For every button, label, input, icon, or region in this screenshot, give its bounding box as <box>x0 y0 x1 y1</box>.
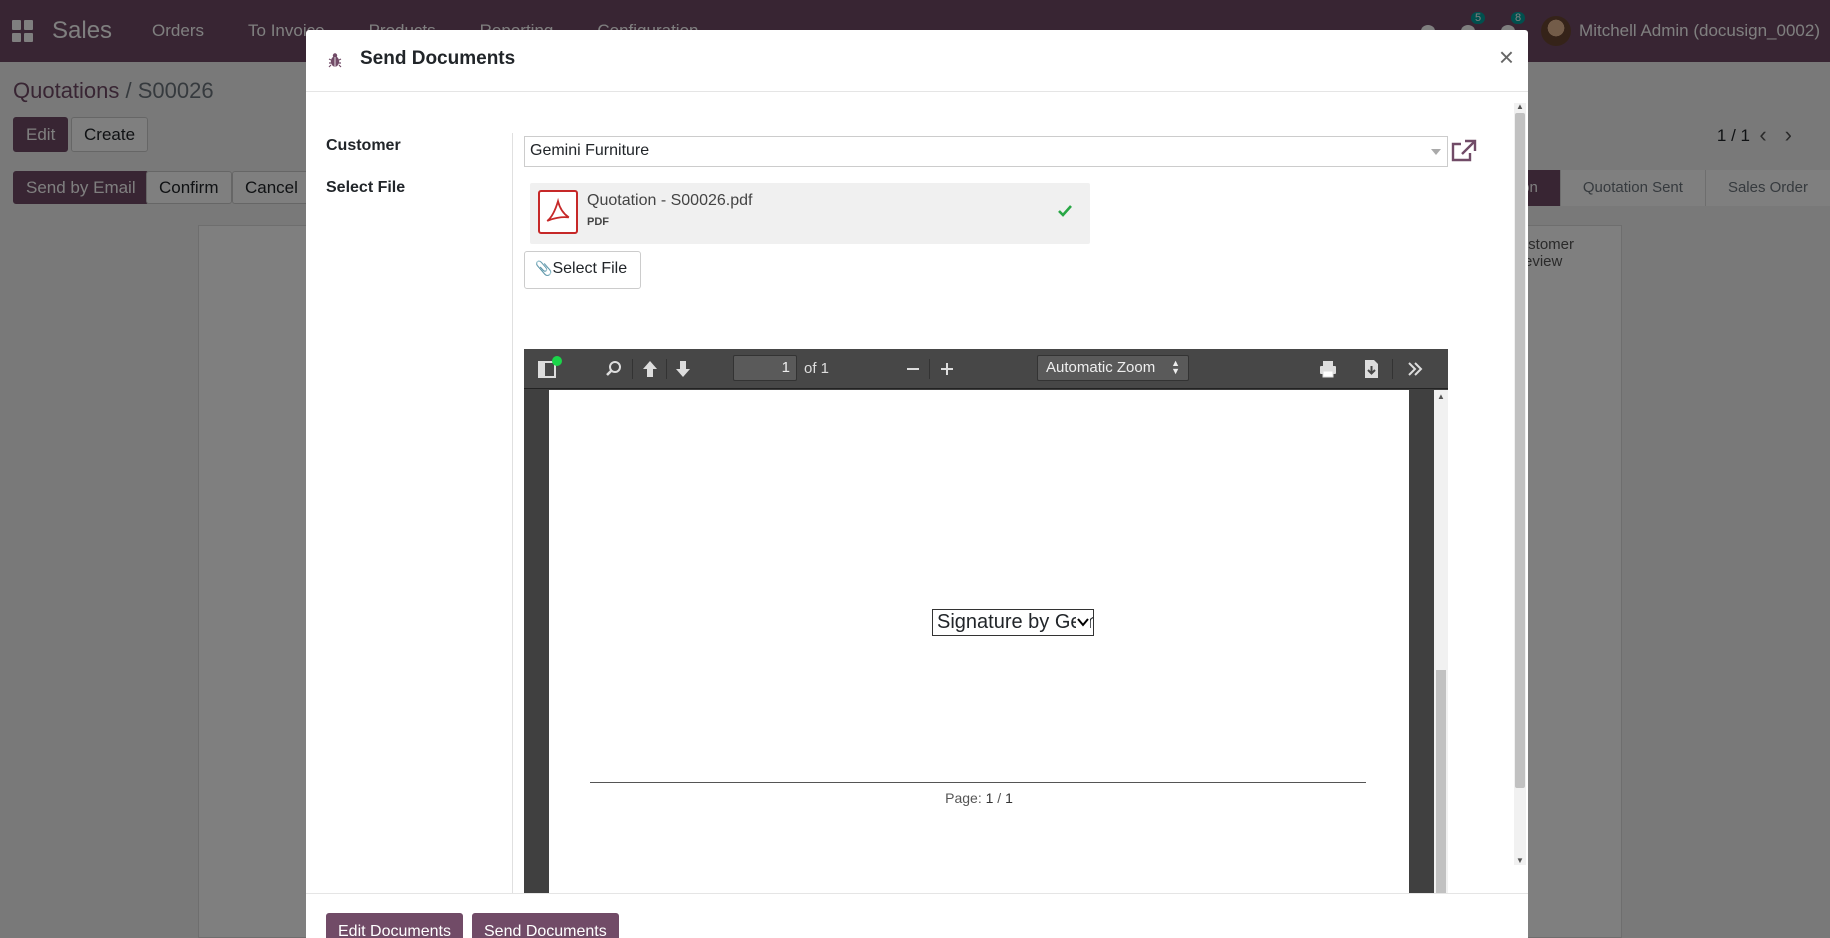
search-icon[interactable] <box>603 358 625 380</box>
close-icon[interactable]: × <box>1499 44 1514 70</box>
page-count: of 1 <box>804 360 830 377</box>
zoom-in-icon[interactable] <box>936 358 958 380</box>
attached-file-card[interactable]: Quotation - S00026.pdf PDF <box>530 183 1090 244</box>
scroll-down-arrow-icon[interactable]: ▼ <box>1515 857 1525 865</box>
label-divider <box>512 133 513 893</box>
scroll-up-arrow-icon[interactable]: ▲ <box>1515 103 1525 111</box>
customer-label: Customer <box>326 137 401 154</box>
send-documents-dialog: Send Documents × ▲ ▼ Customer Select Fil… <box>306 30 1528 938</box>
dropdown-caret-icon[interactable] <box>1431 149 1441 155</box>
dialog-body: ▲ ▼ Customer Select File Gemini Furnitur… <box>306 93 1528 893</box>
file-name: Quotation - S00026.pdf <box>587 192 753 209</box>
footer-sep: / <box>993 790 1006 806</box>
bug-icon <box>328 53 342 68</box>
select-file-button[interactable]: 📎Select File <box>524 251 641 289</box>
footer-prefix: Page: <box>945 790 986 806</box>
pdf-toolbar: 1 of 1 Automatic Zoom ▲ ▼ <box>524 349 1448 389</box>
scrollbar-thumb[interactable] <box>1515 113 1525 788</box>
print-icon[interactable] <box>1317 358 1339 380</box>
file-type: PDF <box>587 216 609 228</box>
send-documents-button[interactable]: Send Documents <box>472 913 619 938</box>
customer-value: Gemini Furniture <box>530 142 650 159</box>
notification-dot <box>552 356 562 366</box>
dialog-scrollbar[interactable]: ▲ ▼ <box>1514 103 1526 865</box>
signature-field-select[interactable]: Signature by Gemini Furniture <box>932 609 1094 636</box>
toolbar-separator <box>632 359 633 379</box>
page-number-input[interactable]: 1 <box>733 355 797 381</box>
toolbar-separator <box>666 359 667 379</box>
toolbar-separator <box>1392 359 1393 379</box>
pdf-scrollbar[interactable]: ▲ <box>1434 390 1448 893</box>
pdf-viewer: 1 of 1 Automatic Zoom ▲ ▼ Signature by G… <box>524 349 1448 893</box>
zoom-select[interactable]: Automatic Zoom ▲ ▼ <box>1037 355 1189 381</box>
scroll-up-arrow-icon[interactable]: ▲ <box>1437 392 1445 401</box>
footer-rule <box>590 782 1366 783</box>
dialog-footer: Edit Documents Send Documents <box>306 893 1528 938</box>
customer-input[interactable]: Gemini Furniture <box>524 136 1448 167</box>
previous-page-icon[interactable] <box>639 358 661 380</box>
footer-total: 1 <box>1005 790 1013 806</box>
check-icon <box>1058 205 1072 217</box>
dialog-title: Send Documents <box>360 48 516 69</box>
signature-field-value: Signature by Gemini Furniture <box>937 611 1094 633</box>
select-arrows-icon: ▲ ▼ <box>1171 358 1180 376</box>
pdf-page-footer: Page: 1 / 1 <box>549 790 1409 806</box>
select-file-button-label: Select File <box>552 260 628 277</box>
pdf-file-icon <box>538 190 578 234</box>
external-link-icon[interactable] <box>1450 138 1478 164</box>
select-file-label: Select File <box>326 179 406 196</box>
dialog-header: Send Documents × <box>306 30 1528 92</box>
next-page-icon[interactable] <box>672 358 694 380</box>
chevron-down-icon <box>1076 615 1090 629</box>
download-icon[interactable] <box>1360 358 1382 380</box>
double-chevron-right-icon[interactable] <box>1404 358 1426 380</box>
edit-documents-button[interactable]: Edit Documents <box>326 913 463 938</box>
pdf-scrollbar-thumb[interactable] <box>1436 670 1446 893</box>
zoom-value: Automatic Zoom <box>1046 359 1156 376</box>
toolbar-separator <box>929 359 930 379</box>
zoom-out-icon[interactable] <box>902 358 924 380</box>
pdf-page: Signature by Gemini Furniture Page: 1 / … <box>549 390 1409 893</box>
paperclip-icon: 📎 <box>535 260 553 276</box>
